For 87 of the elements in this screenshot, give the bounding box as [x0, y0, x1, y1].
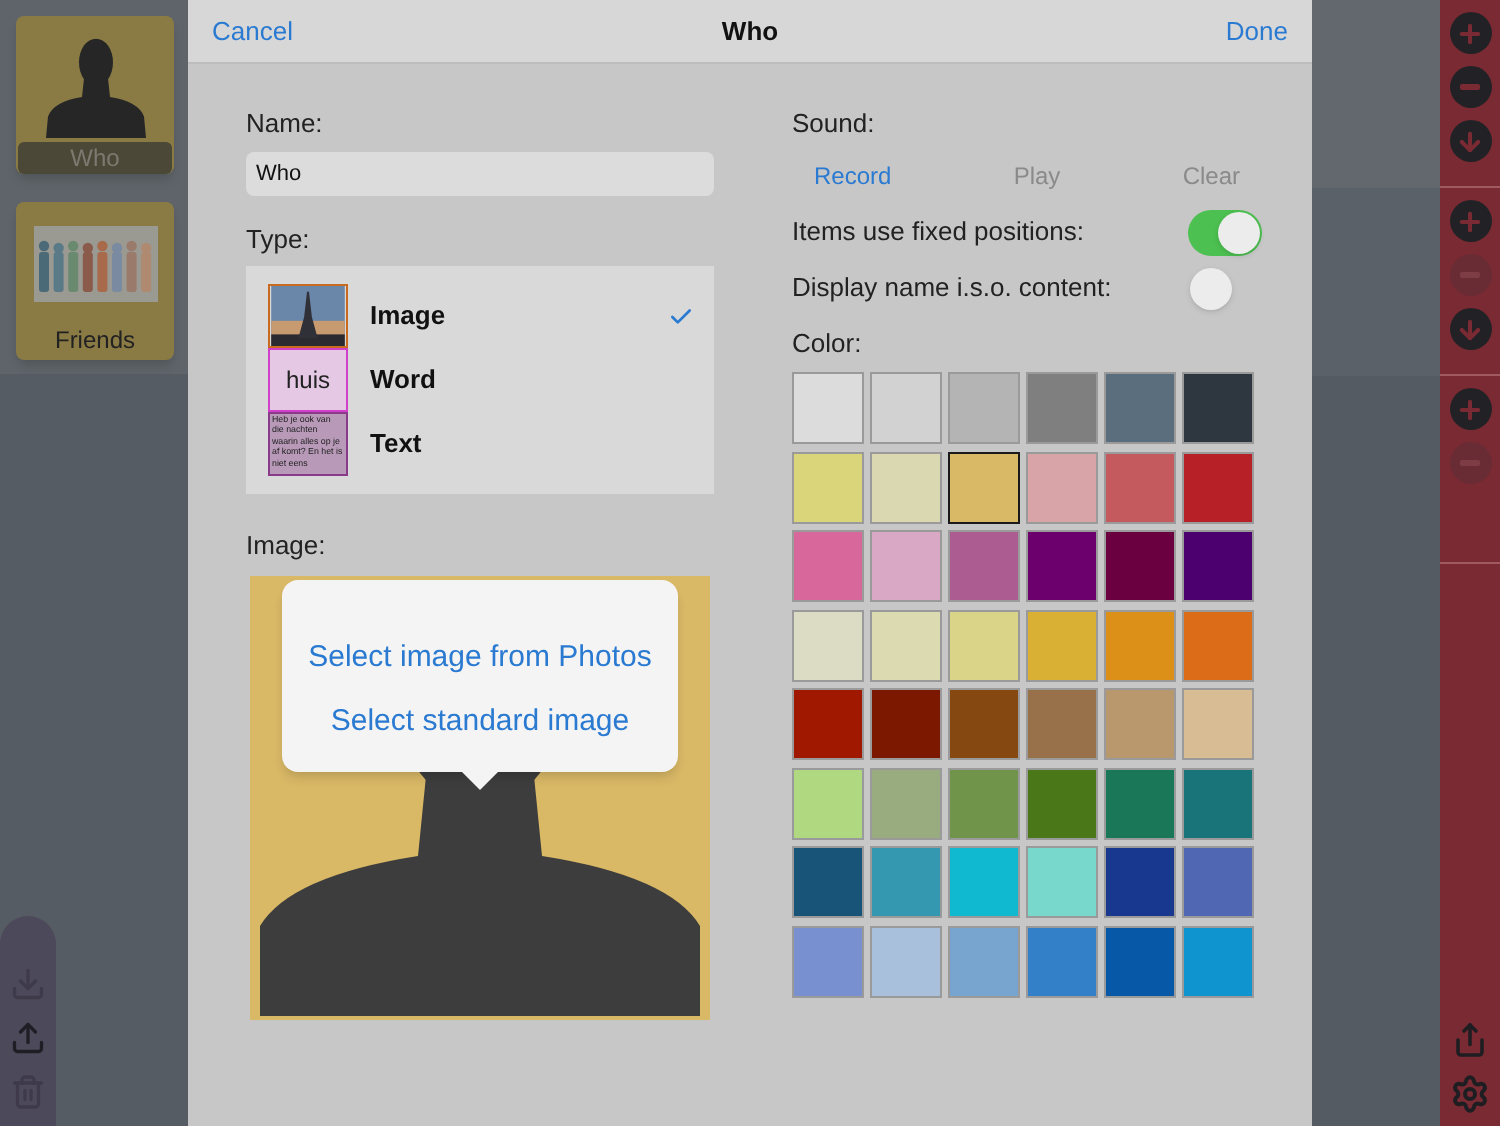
- checkmark-icon: [668, 303, 694, 329]
- name-label: Name:: [246, 108, 325, 140]
- toggle-label: Items use fixed positions:: [792, 214, 1084, 251]
- dialog-title: Who: [721, 13, 779, 50]
- board-tile[interactable]: Who: [16, 16, 174, 174]
- upload-icon[interactable]: [10, 1020, 46, 1056]
- color-swatch[interactable]: [1026, 846, 1098, 918]
- color-swatch[interactable]: [1104, 925, 1176, 997]
- color-swatch[interactable]: [792, 846, 864, 918]
- move-down-button[interactable]: [1449, 120, 1491, 162]
- type-option-label: Text: [370, 426, 424, 463]
- color-swatch[interactable]: [792, 372, 864, 444]
- color-swatch[interactable]: [792, 688, 864, 760]
- popover-menu-item[interactable]: Select standard image: [330, 702, 630, 742]
- color-swatch[interactable]: [1026, 372, 1098, 444]
- color-swatch[interactable]: [792, 451, 864, 523]
- board-tile[interactable]: Friends: [16, 202, 174, 360]
- color-swatch[interactable]: [792, 767, 864, 839]
- color-swatch[interactable]: [870, 609, 942, 681]
- cancel-button[interactable]: Cancel: [212, 11, 293, 51]
- image-label: Image:: [246, 530, 328, 562]
- color-swatch[interactable]: [948, 846, 1020, 918]
- color-swatch[interactable]: [1182, 451, 1254, 523]
- color-swatch[interactable]: [1104, 846, 1176, 918]
- color-swatch[interactable]: [1182, 846, 1254, 918]
- move-down-button[interactable]: [1449, 308, 1491, 350]
- color-swatch[interactable]: [792, 925, 864, 997]
- color-label: Color:: [792, 328, 864, 360]
- color-swatch[interactable]: [1026, 925, 1098, 997]
- plus-icon: [1456, 395, 1484, 423]
- name-field[interactable]: Who: [246, 152, 714, 196]
- type-option[interactable]: Image: [268, 284, 694, 348]
- plus-icon: [1456, 207, 1484, 235]
- color-swatch[interactable]: [1026, 688, 1098, 760]
- color-swatch[interactable]: [870, 767, 942, 839]
- type-label: Type:: [246, 224, 312, 256]
- color-swatch[interactable]: [1026, 609, 1098, 681]
- add-button[interactable]: [1449, 200, 1491, 242]
- popover-menu-item[interactable]: Select image from Photos: [308, 638, 652, 678]
- color-swatch[interactable]: [1104, 767, 1176, 839]
- sound-label: Sound:: [792, 108, 877, 140]
- share-icon[interactable]: [1452, 1022, 1488, 1058]
- color-swatch[interactable]: [792, 530, 864, 602]
- sound-button[interactable]: Record: [814, 160, 892, 192]
- color-swatch[interactable]: [1104, 451, 1176, 523]
- type-option-label: Word: [370, 362, 438, 399]
- color-swatch[interactable]: [948, 372, 1020, 444]
- color-swatch[interactable]: [1026, 530, 1098, 602]
- color-swatch[interactable]: [870, 451, 942, 523]
- color-swatch[interactable]: [1182, 609, 1254, 681]
- color-swatch[interactable]: [948, 925, 1020, 997]
- color-swatch[interactable]: [948, 767, 1020, 839]
- color-swatch[interactable]: [1104, 688, 1176, 760]
- color-swatch[interactable]: [948, 451, 1020, 523]
- color-swatch[interactable]: [1182, 372, 1254, 444]
- color-swatch[interactable]: [948, 530, 1020, 602]
- word-thumbnail: huis: [268, 348, 348, 412]
- color-swatch[interactable]: [870, 530, 942, 602]
- color-swatch[interactable]: [1182, 530, 1254, 602]
- color-swatch[interactable]: [1104, 372, 1176, 444]
- type-option-label: Image: [370, 298, 448, 335]
- tile-label: Who: [18, 142, 172, 174]
- color-swatch[interactable]: [1182, 925, 1254, 997]
- color-swatch[interactable]: [1104, 609, 1176, 681]
- color-swatch[interactable]: [792, 609, 864, 681]
- settings-icon[interactable]: [1450, 1074, 1490, 1114]
- color-swatch[interactable]: [1182, 688, 1254, 760]
- color-swatch[interactable]: [870, 925, 942, 997]
- color-swatch[interactable]: [1026, 767, 1098, 839]
- remove-button[interactable]: [1449, 66, 1491, 108]
- done-button[interactable]: Done: [1225, 11, 1288, 51]
- color-swatch[interactable]: [1104, 530, 1176, 602]
- minus-icon: [1460, 84, 1480, 90]
- plus-icon: [1456, 19, 1484, 47]
- color-swatch[interactable]: [1182, 767, 1254, 839]
- tile-label: Friends: [54, 326, 135, 354]
- type-option[interactable]: huis Word: [268, 348, 694, 412]
- color-swatch[interactable]: [870, 688, 942, 760]
- toggle-label: Display name i.s.o. content:: [792, 270, 1112, 307]
- color-swatch[interactable]: [870, 372, 942, 444]
- color-swatch[interactable]: [948, 688, 1020, 760]
- add-button[interactable]: [1449, 388, 1491, 430]
- color-swatch[interactable]: [1026, 451, 1098, 523]
- add-button[interactable]: [1449, 12, 1491, 54]
- toggle-switch[interactable]: [1188, 209, 1262, 255]
- color-swatch[interactable]: [870, 846, 942, 918]
- color-swatch[interactable]: [948, 609, 1020, 681]
